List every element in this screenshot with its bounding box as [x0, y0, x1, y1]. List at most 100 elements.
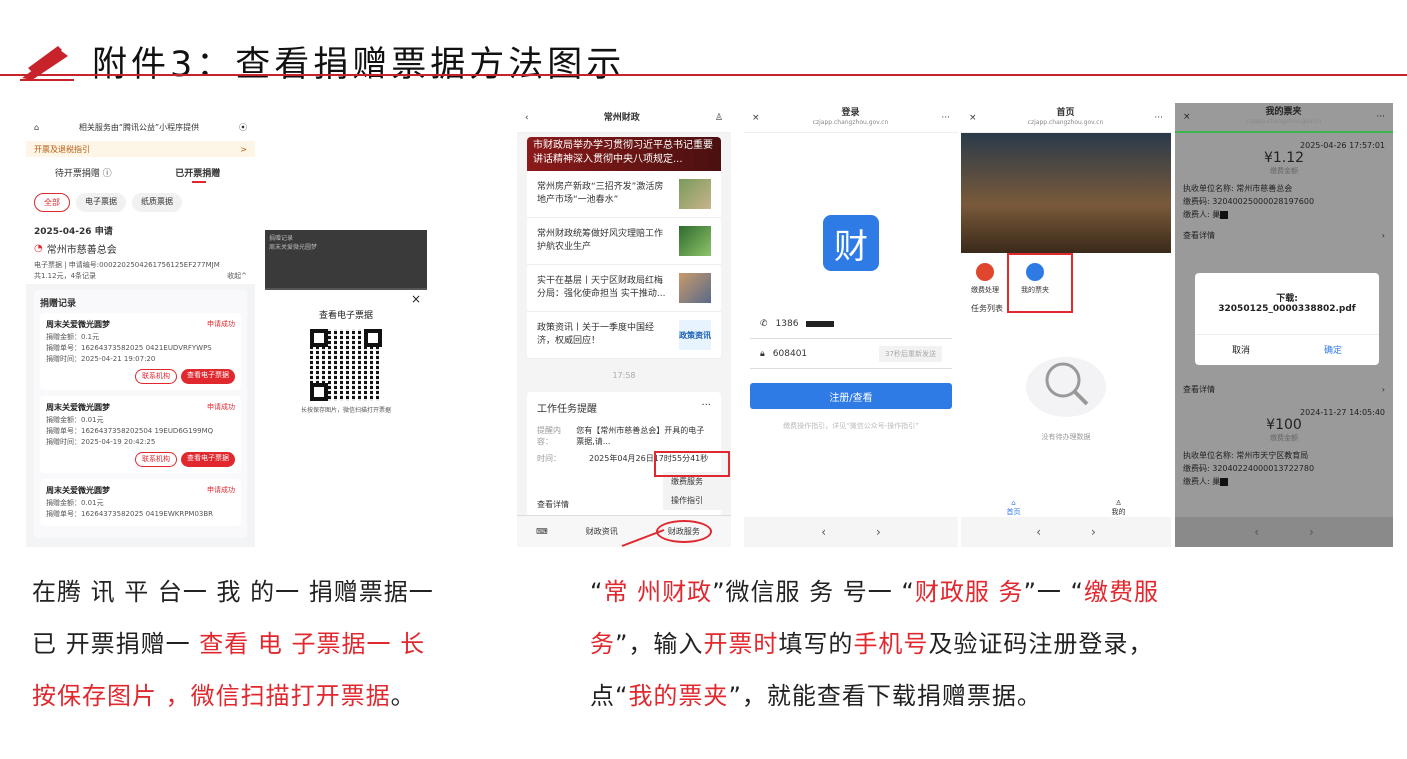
payment-label: 缴费处理: [971, 286, 999, 294]
record-name: 周末关爱微光圆梦: [46, 403, 110, 412]
news-item[interactable]: 政策资讯丨关于一季度中国经济，权威回应！ 政策资讯: [527, 312, 721, 359]
profile-icon[interactable]: ♙: [715, 113, 723, 123]
back-icon[interactable]: ‹: [525, 113, 529, 123]
app-logo: 财: [823, 215, 879, 271]
qr-code-image[interactable]: [310, 329, 382, 401]
payer-value: 缴费人: 巢: [1183, 210, 1221, 219]
contact-org-button[interactable]: 联系机构: [135, 369, 177, 384]
close-icon[interactable]: ×: [1183, 112, 1191, 122]
remind-text: 您有【常州市慈善总会】开具的电子票据,请...: [576, 426, 705, 446]
caption-line: 点“我的票夹”，就能查看下载捐赠票据。: [590, 670, 1350, 722]
menu-guide[interactable]: 操作指引: [663, 491, 731, 510]
code-field[interactable]: 🔒︎ 608401 37秒后重新发送: [750, 339, 952, 369]
back-icon[interactable]: ‹: [1254, 525, 1259, 539]
pen-icon: [20, 46, 74, 81]
miniapp-provider: 相关服务由“腾讯公益”小程序提供: [78, 122, 200, 132]
record-no: 捐赠单号：16264373582025 0419EWKRPM03BR: [46, 510, 214, 518]
collapse-link[interactable]: 收起^: [227, 271, 247, 282]
login-url: czjapp.changzhou.gov.cn: [812, 118, 889, 126]
more-icon[interactable]: ···: [1154, 113, 1163, 123]
chip-paper[interactable]: 纸质票据: [132, 193, 182, 212]
payment-process-entry[interactable]: 缴费处理: [971, 263, 999, 295]
keyboard-icon[interactable]: ⌨: [536, 527, 548, 536]
home-screen: × 首页 czjapp.changzhou.gov.cn ··· 缴费处理 我的票…: [961, 103, 1171, 547]
caption-segment: 已 开票捐赠一: [32, 630, 200, 658]
tab-home[interactable]: ⌂ 首页: [1007, 499, 1021, 517]
detail-row[interactable]: 查看详情 ›: [1183, 383, 1385, 396]
popup-title: 查看电子票据: [318, 311, 373, 321]
login-title: 登录: [841, 107, 860, 118]
code-value: 608401: [772, 348, 808, 359]
chip-electronic[interactable]: 电子票据: [76, 193, 126, 212]
dialog-filename: 32050125_0000338802.pdf: [1218, 304, 1356, 314]
amount-label: 缴费金额: [1270, 434, 1298, 442]
back-icon[interactable]: ‹: [821, 525, 826, 539]
forward-icon[interactable]: ›: [1309, 525, 1314, 539]
user-icon: ♙: [1115, 499, 1122, 507]
close-icon[interactable]: ×: [969, 113, 977, 123]
ticket-title-block: 我的票夹 czjapp.changzhou.gov.cn: [1246, 107, 1322, 127]
more-icon[interactable]: ···: [941, 113, 950, 123]
view-detail-link[interactable]: 查看详情: [537, 499, 569, 510]
phone-field[interactable]: ✆ 1386: [750, 309, 952, 339]
redaction: [1220, 210, 1229, 219]
news-banner[interactable]: 市财政局举办学习贯彻习近平总书记重要讲话精神深入贯彻中央八项规定...: [527, 137, 721, 171]
ticket-folder-screen: × 我的票夹 czjapp.changzhou.gov.cn ··· 2025-0…: [1175, 103, 1393, 547]
caption-segment: 财政服 务: [914, 578, 1024, 606]
record-icon[interactable]: ⦿: [239, 122, 247, 133]
caption-segment: 我的票夹: [628, 682, 729, 710]
forward-icon[interactable]: ›: [1091, 525, 1096, 539]
back-icon[interactable]: ‹: [1036, 525, 1041, 539]
ticket-unit: 执收单位名称: 常州市天宁区教育局: [1183, 451, 1309, 460]
records-title: 捐赠记录: [40, 299, 77, 309]
records-panel: 捐赠记录 周末关爱微光圆梦 申请成功 捐赠金额：0.1元 捐赠单号：1626437…: [34, 290, 247, 538]
contact-org-button[interactable]: 联系机构: [135, 452, 177, 467]
confirm-button[interactable]: 确定: [1287, 343, 1379, 356]
ticket-item-2: 查看详情 › 2024-11-27 14:05:40 ¥100 缴费金额 执收单位…: [1183, 383, 1385, 488]
news-title: 常州财政统筹做好风灾理赔工作护航农业生产: [537, 229, 664, 252]
meta-line-2: 共1.12元，4条记录: [34, 272, 97, 280]
tab-mine[interactable]: ♙ 我的: [1112, 499, 1126, 517]
status-badge: 申请成功: [207, 320, 235, 328]
view-invoice-button[interactable]: 查看电子票据: [181, 369, 235, 384]
menu-finance-news[interactable]: 财政资讯: [586, 526, 618, 537]
caption-left: 在腾 讯 平 台一 我 的一 捐赠票据一已 开票捐赠一 查看 电 子票据一 长按…: [32, 566, 502, 722]
invoice-guide-notice[interactable]: 开票及退税指引 >: [26, 141, 255, 157]
tab-issued[interactable]: 已开票捐赠: [141, 157, 256, 187]
close-icon[interactable]: ×: [411, 292, 421, 306]
caption-line: 已 开票捐赠一 查看 电 子票据一 长: [32, 618, 502, 670]
payer-value: 缴费人: 巢: [1183, 477, 1221, 486]
lock-icon: 🔒︎: [760, 348, 765, 359]
ticket-item-1: 2025-04-26 17:57:01 ¥1.12 缴费金额 执收单位名称: 常…: [1175, 133, 1393, 248]
status-badge: 申请成功: [207, 403, 235, 411]
record-name: 周末关爱微光圆梦: [46, 486, 110, 495]
register-view-button[interactable]: 注册/查看: [750, 383, 952, 409]
news-item[interactable]: 实干在基层丨天宁区财政局红梅分局：强化使命担当 实干推动...: [527, 265, 721, 312]
detail-row[interactable]: 查看详情 ›: [1183, 229, 1385, 242]
home-icon[interactable]: ⌂: [34, 123, 39, 132]
detail-label: 查看详情: [1183, 385, 1215, 394]
chat-time: 17:58: [612, 371, 636, 380]
more-icon[interactable]: ···: [1376, 112, 1385, 122]
list-item: 周末关爱微光圆梦 申请成功 捐赠金额：0.01元 捐赠单号：16264373582…: [40, 479, 241, 526]
payment-icon: [976, 263, 994, 281]
notice-label: 开票及退税指引: [34, 144, 90, 154]
caption-segment: 在腾 讯 平 台一 我 的一 捐赠票据一: [32, 578, 434, 606]
dimmed-records: 捐赠记录 周末关爱微光圆梦: [265, 230, 427, 288]
more-icon[interactable]: ···: [701, 400, 711, 415]
close-icon[interactable]: ×: [752, 113, 760, 123]
login-title-block: 登录 czjapp.changzhou.gov.cn: [813, 108, 889, 128]
home-title: 首页: [1056, 107, 1075, 118]
view-invoice-button[interactable]: 查看电子票据: [181, 452, 235, 467]
news-item[interactable]: 常州财政统筹做好风灾理赔工作护航农业生产: [527, 218, 721, 265]
forward-icon[interactable]: ›: [876, 525, 881, 539]
cancel-button[interactable]: 取消: [1195, 343, 1287, 356]
news-item[interactable]: 常州房产新政“三招齐发”激活房地产市场“一池春水”: [527, 171, 721, 218]
login-topbar: × 登录 czjapp.changzhou.gov.cn ···: [744, 103, 958, 133]
chip-all[interactable]: 全部: [34, 193, 70, 212]
resend-button[interactable]: 37秒后重新发送: [879, 345, 942, 362]
news-title: 常州房产新政“三招齐发”激活房地产市场“一池春水”: [537, 182, 664, 205]
dialog-actions: 取消 确定: [1195, 334, 1379, 364]
tab-pending[interactable]: 待开票捐赠 ⓘ: [26, 157, 141, 187]
caption-segment: 查看 电 子票据一 长: [199, 630, 426, 658]
